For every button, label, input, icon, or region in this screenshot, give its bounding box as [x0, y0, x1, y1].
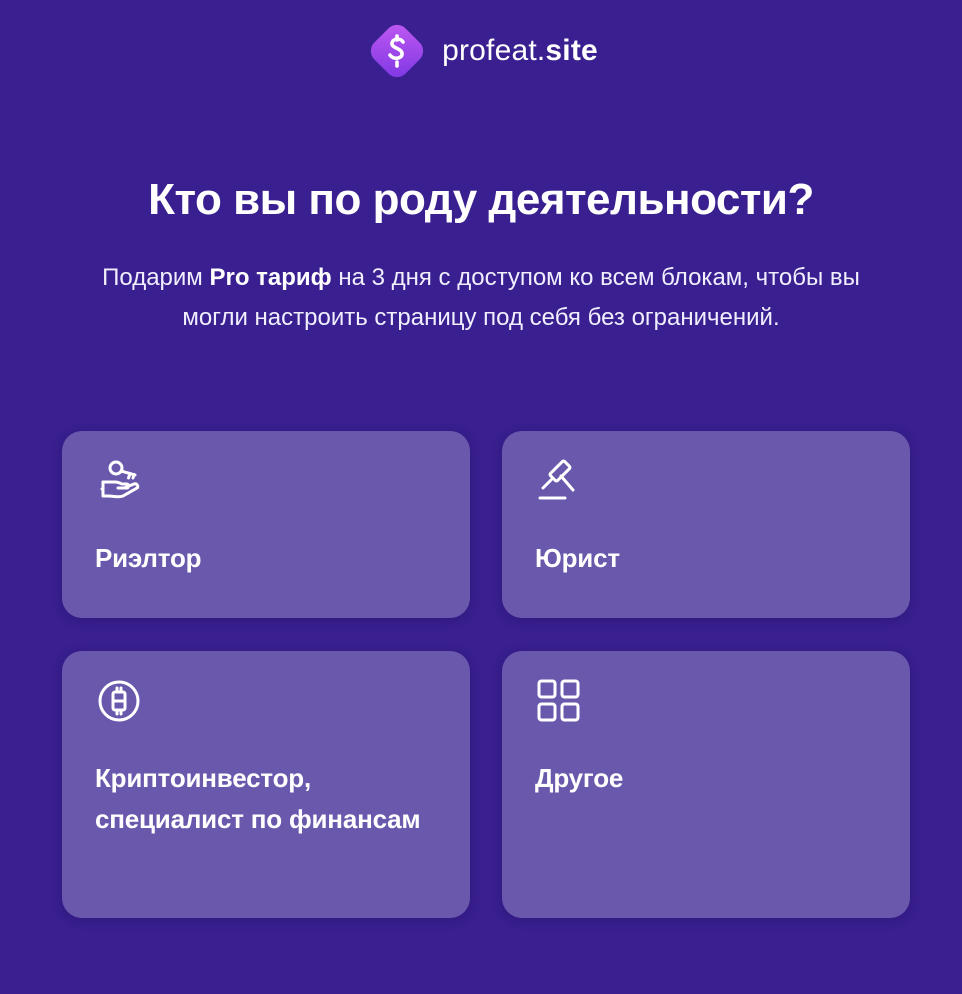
brand-logo[interactable]: profeat.site [0, 18, 962, 84]
brand-name: profeat.site [442, 18, 598, 84]
brand-name-light: profeat. [442, 34, 546, 67]
crypto-coin-icon [95, 675, 147, 727]
grid-icon [535, 675, 587, 727]
option-label: Криптоинвестор, специалист по финансам [95, 763, 421, 834]
page-subtitle: Подарим Pro тариф на 3 дня с доступом ко… [71, 258, 891, 338]
option-card-realtor[interactable]: Риэлтор [62, 431, 470, 618]
page-title: Кто вы по роду деятельности? [148, 175, 814, 224]
option-label: Другое [535, 763, 624, 793]
subtitle-text-start: Подарим [102, 264, 210, 291]
hand-key-icon [95, 455, 147, 507]
subtitle-highlight: Pro тариф [209, 264, 332, 291]
page: profeat.site Кто вы по роду деятельности… [0, 0, 962, 994]
option-card-crypto[interactable]: Криптоинвестор, специалист по финансам [62, 651, 470, 918]
option-label: Юрист [535, 543, 620, 573]
option-card-lawyer[interactable]: Юрист [502, 431, 910, 618]
s-logo-icon [370, 24, 424, 78]
option-card-other[interactable]: Другое [502, 651, 910, 918]
brand-name-bold: site [545, 34, 598, 67]
gavel-icon [535, 455, 587, 507]
option-label: Риэлтор [95, 543, 202, 573]
